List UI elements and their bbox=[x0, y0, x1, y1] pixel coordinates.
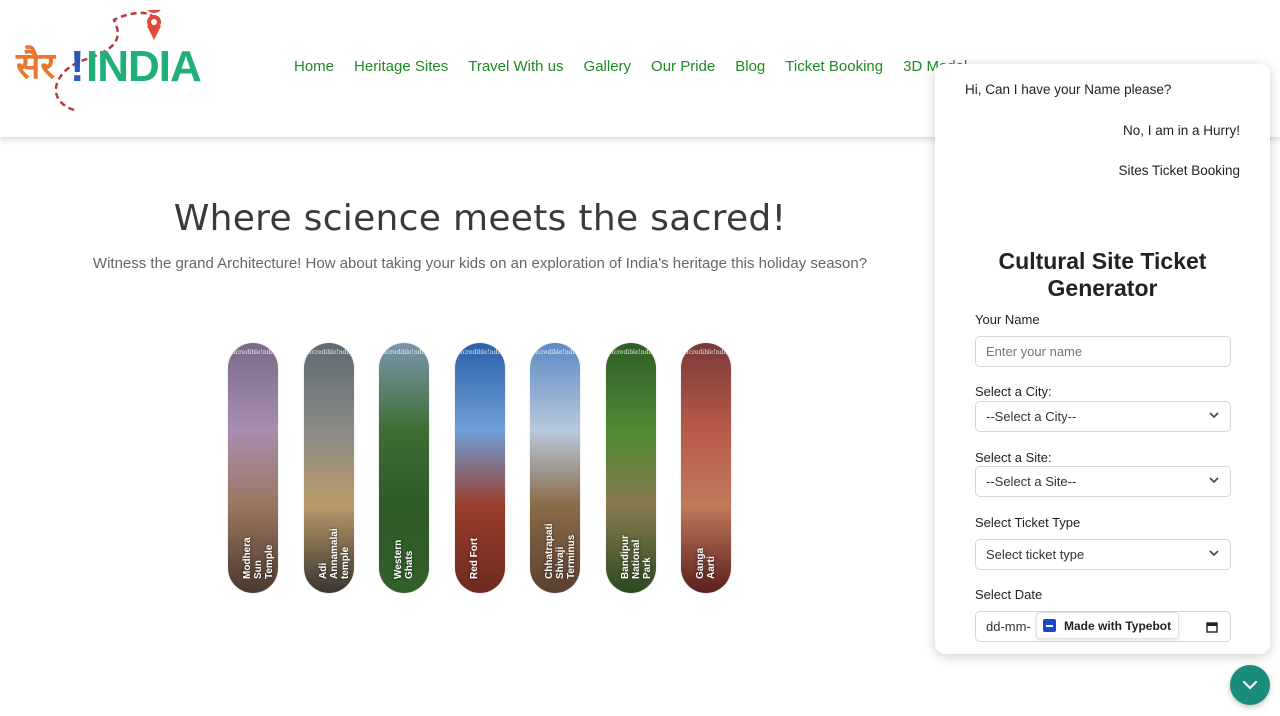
hero-subtitle: Witness the grand Architecture! How abou… bbox=[92, 255, 868, 272]
ticket-type-select-value: Select ticket type bbox=[986, 547, 1085, 562]
city-select[interactable]: --Select a City-- bbox=[975, 401, 1231, 432]
site-label: Select a Site: bbox=[975, 450, 1052, 465]
chevron-down-icon bbox=[1209, 412, 1219, 419]
card-label: Bandipur National Park bbox=[620, 429, 653, 579]
heritage-card[interactable]: incredible!ndia Adi Annamalai temple bbox=[304, 343, 354, 593]
nav-blog[interactable]: Blog bbox=[735, 58, 765, 75]
card-badge: incredible!ndia bbox=[607, 349, 655, 356]
nav-heritage-sites[interactable]: Heritage Sites bbox=[354, 58, 448, 75]
logo-hindi-text: सैर bbox=[16, 46, 56, 87]
card-label-line: Ganga bbox=[695, 547, 706, 579]
card-badge: incredible!ndia bbox=[682, 349, 730, 356]
card-label-line: Terminus bbox=[566, 534, 577, 579]
nav-our-pride[interactable]: Our Pride bbox=[651, 58, 715, 75]
made-with-typebot-badge[interactable]: Made with Typebot bbox=[1036, 612, 1180, 639]
card-label-line: Bandipur bbox=[620, 535, 631, 579]
nav-ticket-booking[interactable]: Ticket Booking bbox=[785, 58, 883, 75]
card-label-line: National bbox=[631, 539, 642, 579]
site-select[interactable]: --Select a Site-- bbox=[975, 466, 1231, 497]
form-title-line2: Generator bbox=[1047, 275, 1158, 301]
name-label: Your Name bbox=[975, 312, 1040, 327]
heritage-card[interactable]: incredible!ndia Ganga Aarti bbox=[681, 343, 731, 593]
card-label-line: Western bbox=[393, 539, 404, 579]
chevron-down-icon bbox=[1242, 680, 1258, 690]
ticket-type-select[interactable]: Select ticket type bbox=[975, 539, 1231, 570]
date-input-value: dd-mm- bbox=[986, 619, 1031, 634]
card-badge: incredible!ndia bbox=[531, 349, 579, 356]
card-label: Chhatrapati Shivaji Terminus bbox=[544, 429, 577, 579]
heritage-card[interactable]: incredible!ndia Bandipur National Park bbox=[606, 343, 656, 593]
bot-greeting-message: Hi, Can I have your Name please? bbox=[965, 82, 1172, 97]
city-select-value: --Select a City-- bbox=[986, 409, 1077, 424]
card-label-line: Chhatrapati bbox=[544, 523, 555, 579]
calendar-icon[interactable] bbox=[1206, 621, 1218, 633]
nav-gallery[interactable]: Gallery bbox=[584, 58, 632, 75]
card-label-line: Ghats bbox=[404, 550, 415, 579]
hero-title: Where science meets the sacred! bbox=[173, 198, 787, 239]
heritage-card[interactable]: incredible!ndia Red Fort bbox=[455, 343, 505, 593]
heritage-card[interactable]: incredible!ndia Western Ghats bbox=[379, 343, 429, 593]
main-nav: Home Heritage Sites Travel With us Galle… bbox=[294, 58, 987, 75]
user-reply-ticket-booking: Sites Ticket Booking bbox=[1118, 163, 1240, 178]
chevron-down-icon bbox=[1209, 550, 1219, 557]
card-label-line: Modhera bbox=[242, 537, 253, 579]
chat-toggle-button[interactable] bbox=[1230, 665, 1270, 705]
chevron-down-icon bbox=[1209, 477, 1219, 484]
card-label: Modhera Sun Temple bbox=[242, 429, 275, 579]
card-label: Western Ghats bbox=[393, 429, 415, 579]
card-badge: incredible!ndia bbox=[456, 349, 504, 356]
card-label-line: Sun bbox=[253, 560, 264, 579]
user-reply-hurry: No, I am in a Hurry! bbox=[1122, 123, 1240, 138]
card-label-line: Temple bbox=[264, 544, 275, 579]
logo-exclamation: ! bbox=[70, 42, 85, 91]
form-title-line1: Cultural Site Ticket bbox=[998, 248, 1207, 274]
card-label-line: Aarti bbox=[706, 556, 717, 579]
nav-home[interactable]: Home bbox=[294, 58, 334, 75]
form-title: Cultural Site Ticket Generator bbox=[935, 248, 1270, 302]
card-label-line: Red Fort bbox=[469, 537, 480, 579]
site-select-value: --Select a Site-- bbox=[986, 474, 1077, 489]
card-label: Adi Annamalai temple bbox=[318, 429, 351, 579]
card-badge: incredible!ndia bbox=[305, 349, 353, 356]
card-badge: incredible!ndia bbox=[229, 349, 277, 356]
card-label-line: Adi bbox=[318, 562, 329, 579]
ticket-type-label: Select Ticket Type bbox=[975, 515, 1081, 530]
card-badge: incredible!ndia bbox=[380, 349, 428, 356]
card-label-line: Park bbox=[642, 557, 653, 579]
card-label-line: temple bbox=[340, 546, 351, 579]
site-logo[interactable]: सैर ! INDIA bbox=[14, 10, 202, 115]
city-label: Select a City: bbox=[975, 384, 1052, 399]
heritage-card[interactable]: incredible!ndia Modhera Sun Temple bbox=[228, 343, 278, 593]
typebot-chat-widget: Hi, Can I have your Name please? No, I a… bbox=[935, 64, 1270, 654]
card-label: Red Fort bbox=[469, 429, 480, 579]
card-label-line: Shivaji bbox=[555, 546, 566, 579]
typebot-badge-text: Made with Typebot bbox=[1064, 618, 1172, 633]
nav-travel-with-us[interactable]: Travel With us bbox=[468, 58, 563, 75]
logo-india-text: INDIA bbox=[86, 42, 202, 91]
typebot-logo-icon bbox=[1043, 619, 1056, 632]
card-label: Ganga Aarti bbox=[695, 429, 717, 579]
date-label: Select Date bbox=[975, 587, 1043, 602]
name-input[interactable]: Enter your name bbox=[975, 336, 1231, 367]
heritage-card[interactable]: incredible!ndia Chhatrapati Shivaji Terminu… bbox=[530, 343, 580, 593]
card-label-line: Annamalai bbox=[329, 528, 340, 579]
